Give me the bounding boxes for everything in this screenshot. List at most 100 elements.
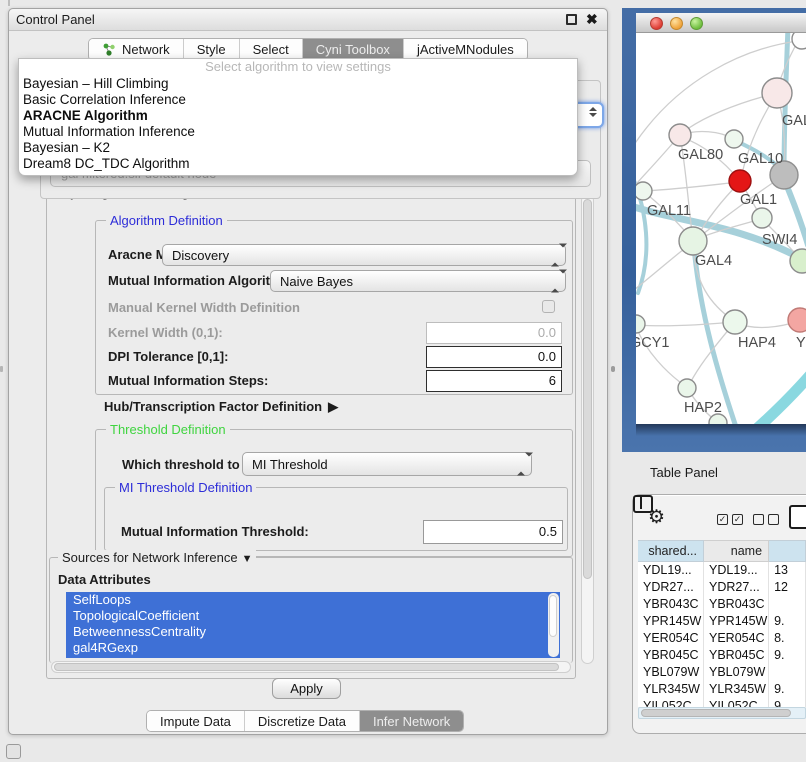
settings-vertical-scrollbar[interactable] xyxy=(581,194,594,664)
split-pane-handle[interactable] xyxy=(0,366,3,372)
edge[interactable] xyxy=(688,323,734,387)
column-header-partial[interactable] xyxy=(769,540,806,562)
node-gal11[interactable] xyxy=(636,182,652,200)
node-label: GAL10 xyxy=(738,151,783,167)
table-horizontal-scrollbar[interactable] xyxy=(638,707,806,719)
expander-collapsed-icon: ▶ xyxy=(328,399,338,414)
node-selected-red[interactable] xyxy=(729,170,751,192)
combo-arrows-icon xyxy=(589,107,597,117)
mi-threshold-field[interactable]: 0.5 xyxy=(423,520,563,544)
algorithm-dropdown-popup: Select algorithm to view settings Bayesi… xyxy=(18,58,578,176)
edge[interactable] xyxy=(694,247,736,424)
table-row[interactable]: YBR045CYBR045C9. xyxy=(638,647,806,664)
tab-cyni-toolbox[interactable]: Cyni Toolbox xyxy=(303,39,404,60)
tab-style[interactable]: Style xyxy=(184,39,240,60)
column-header-shared-name[interactable]: shared... xyxy=(638,540,704,562)
table-settings-gear-icon[interactable]: ⚙ xyxy=(648,506,665,529)
cyni-algorithm-settings-group: Cyni Algorithm Settings Algorithm Defini… xyxy=(46,192,576,679)
network-icon xyxy=(102,43,116,56)
hub-definition-expander[interactable]: Hub/Transcription Factor Definition▶ xyxy=(104,399,338,415)
table-row[interactable]: YPR145WYPR145W9. xyxy=(638,613,806,630)
edge[interactable] xyxy=(644,182,739,191)
node-salmon-right[interactable] xyxy=(788,308,806,332)
tab-infer-network[interactable]: Infer Network xyxy=(360,711,463,731)
menu-item-aracne[interactable]: ARACNE Algorithm xyxy=(19,108,577,124)
tab-network[interactable]: Network xyxy=(89,39,184,60)
table-row[interactable]: YLR345WYLR345W9. xyxy=(638,681,806,698)
node-gal-top[interactable] xyxy=(762,78,792,108)
list-item-topologicalcoefficient[interactable]: TopologicalCoefficient xyxy=(66,608,560,624)
scrollbar-thumb[interactable] xyxy=(54,663,559,671)
table-panel-title: Table Panel xyxy=(650,465,718,480)
dpi-tolerance-field[interactable]: 0.0 xyxy=(426,346,562,368)
node-gcy1[interactable] xyxy=(636,315,645,333)
tab-jactivemnodules[interactable]: jActiveMNodules xyxy=(404,39,527,60)
tab-network-label: Network xyxy=(122,42,170,57)
node-gal80[interactable] xyxy=(669,124,691,146)
settings-horizontal-scrollbar[interactable] xyxy=(51,661,571,673)
control-panel-window: Control Panel ✖ Network Style Select Cyn… xyxy=(8,8,608,735)
node-label: SWI4 xyxy=(762,232,797,248)
split-pane-handle[interactable] xyxy=(611,366,615,372)
column-header-name[interactable]: name xyxy=(704,540,769,562)
network-view-window[interactable]: GAL GAL80 GAL10 GAL1 GAL11 SWI4 GAL4 GCY… xyxy=(622,8,806,452)
tab-impute-data[interactable]: Impute Data xyxy=(147,711,245,731)
apply-button[interactable]: Apply xyxy=(272,678,341,699)
network-window-titlebar[interactable] xyxy=(636,13,806,33)
menu-item-dream8[interactable]: Dream8 DC_TDC Algorithm xyxy=(19,156,577,172)
node-hap2[interactable] xyxy=(678,379,696,397)
table-row[interactable]: YER054CYER054C8. xyxy=(638,630,806,647)
kernel-width-field[interactable]: 0.0 xyxy=(426,322,562,344)
cyni-mode-tabs: Impute Data Discretize Data Infer Networ… xyxy=(146,710,464,732)
mi-type-combobox[interactable]: Naive Bayes xyxy=(270,270,566,292)
node-hap4[interactable] xyxy=(723,310,747,334)
node-gal4[interactable] xyxy=(679,227,707,255)
float-window-icon[interactable] xyxy=(566,14,577,25)
scrollbar-thumb[interactable] xyxy=(583,199,592,579)
threshold-definition-group: Threshold Definition Which threshold to … xyxy=(95,429,573,557)
combo-arrows-icon xyxy=(517,457,524,472)
which-threshold-combobox[interactable]: MI Threshold xyxy=(242,452,532,476)
tab-discretize-data[interactable]: Discretize Data xyxy=(245,711,360,731)
menu-item-basic-correlation[interactable]: Basic Correlation Inference xyxy=(19,92,577,108)
menu-item-bayesian-hill-climbing[interactable]: Bayesian – Hill Climbing xyxy=(19,76,577,92)
new-column-icon[interactable] xyxy=(789,505,806,529)
control-panel-titlebar[interactable]: Control Panel ✖ xyxy=(9,9,607,31)
scrollbar-thumb[interactable] xyxy=(641,709,791,717)
table-row[interactable]: YDL19...YDL19...13 xyxy=(638,562,806,579)
node-gal10[interactable] xyxy=(725,130,743,148)
list-item-gal4rgexp[interactable]: gal4RGexp xyxy=(66,640,560,656)
minimize-traffic-light[interactable] xyxy=(670,17,683,30)
tab-select[interactable]: Select xyxy=(240,39,303,60)
zoom-traffic-light[interactable] xyxy=(690,17,703,30)
node-label: GCY1 xyxy=(636,335,670,351)
network-canvas[interactable]: GAL GAL80 GAL10 GAL1 GAL11 SWI4 GAL4 GCY… xyxy=(636,33,806,424)
close-icon[interactable]: ✖ xyxy=(586,11,598,28)
node-partial-top[interactable] xyxy=(792,33,806,49)
select-all-checkboxes-icon[interactable]: ✓✓ xyxy=(717,514,743,525)
sources-title[interactable]: Sources for Network Inference▼ xyxy=(58,550,256,565)
deselect-all-checkboxes-icon[interactable] xyxy=(753,514,779,525)
close-traffic-light[interactable] xyxy=(650,17,663,30)
node-label: HAP2 xyxy=(684,400,722,416)
node-label: GAL11 xyxy=(647,203,691,219)
edge[interactable] xyxy=(637,322,734,326)
manual-kernel-checkbox[interactable] xyxy=(542,300,555,313)
combo-arrows-icon xyxy=(551,274,558,289)
manual-kernel-label: Manual Kernel Width Definition xyxy=(108,300,300,315)
list-item-betweennesscentrality[interactable]: BetweennessCentrality xyxy=(66,624,560,640)
table-row[interactable]: YBR043CYBR043C xyxy=(638,596,806,613)
list-scrollbar[interactable] xyxy=(548,593,559,657)
node-label: GAL1 xyxy=(740,192,777,208)
table-row[interactable]: YDR27...YDR27...12 xyxy=(638,579,806,596)
dock-panel-icon[interactable] xyxy=(6,744,21,759)
node-gal1[interactable] xyxy=(752,208,772,228)
aracne-mode-combobox[interactable]: Discovery xyxy=(162,244,566,266)
mi-steps-field[interactable]: 6 xyxy=(426,370,562,392)
table-row[interactable]: YIL052CYIL052C9. xyxy=(638,698,806,707)
menu-item-mutual-information[interactable]: Mutual Information Inference xyxy=(19,124,577,140)
algorithm-definition-title: Algorithm Definition xyxy=(106,213,227,228)
menu-item-bayesian-k2[interactable]: Bayesian – K2 xyxy=(19,140,577,156)
list-item-selfloops[interactable]: SelfLoops xyxy=(66,592,560,608)
table-row[interactable]: YBL079WYBL079W xyxy=(638,664,806,681)
